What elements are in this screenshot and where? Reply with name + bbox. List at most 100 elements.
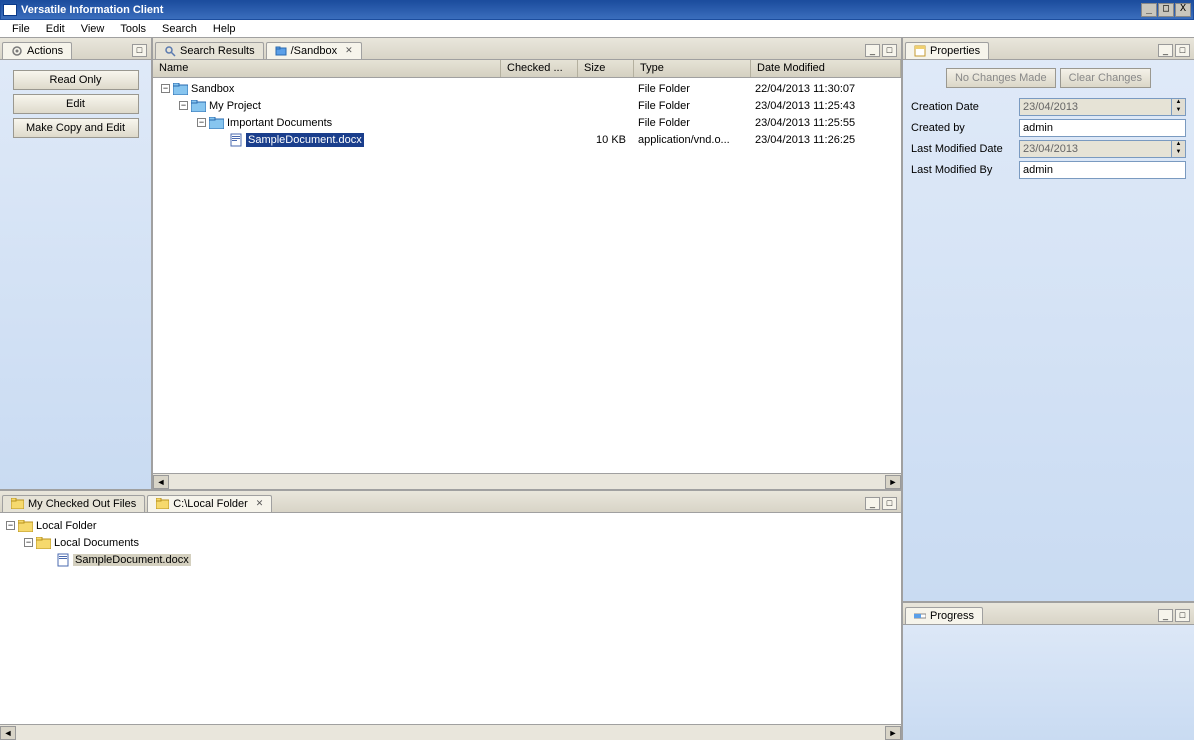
close-tab-icon[interactable]: ✕ — [345, 45, 353, 56]
menu-search[interactable]: Search — [154, 21, 205, 37]
last-modified-by-field[interactable] — [1019, 161, 1186, 179]
menu-help[interactable]: Help — [205, 21, 244, 37]
minimize-button[interactable]: _ — [1141, 3, 1157, 17]
tab-local-folder[interactable]: C:\Local Folder ✕ — [147, 495, 272, 512]
creation-date-field[interactable] — [1019, 98, 1172, 116]
last-modified-date-field[interactable] — [1019, 140, 1172, 158]
tab-search-results[interactable]: Search Results — [155, 42, 264, 59]
col-type[interactable]: Type — [634, 60, 751, 77]
progress-tabstrip: Progress _ □ — [903, 603, 1194, 625]
menubar: File Edit View Tools Search Help — [0, 20, 1194, 38]
tab-properties[interactable]: Properties — [905, 42, 989, 59]
local-label: Local Documents — [54, 537, 139, 549]
cell-size: 10 KB — [578, 134, 634, 146]
menu-view[interactable]: View — [73, 21, 113, 37]
tab-progress[interactable]: Progress — [905, 607, 983, 624]
col-name[interactable]: Name — [153, 60, 501, 77]
folder-icon — [209, 117, 224, 129]
file-tree: −Sandbox File Folder 22/04/2013 11:30:07… — [153, 78, 901, 473]
folder-yellow-icon — [11, 498, 24, 509]
sandbox-tab-label: /Sandbox — [291, 45, 337, 57]
actions-tab-label: Actions — [27, 45, 63, 57]
tree-row-myproject[interactable]: −My Project File Folder 23/04/2013 11:25… — [153, 97, 901, 114]
date-spinner-icon[interactable]: ▲▼ — [1172, 98, 1186, 116]
local-row-root[interactable]: − Local Folder — [4, 517, 897, 534]
col-date-modified[interactable]: Date Modified — [751, 60, 901, 77]
tree-label: My Project — [209, 100, 261, 112]
edit-button[interactable]: Edit — [13, 94, 139, 114]
local-tree: − Local Folder − Local Documents SampleD… — [0, 513, 901, 724]
panel-maximize-button[interactable]: □ — [1175, 44, 1190, 57]
menu-file[interactable]: File — [4, 21, 38, 37]
date-spinner-icon[interactable]: ▲▼ — [1172, 140, 1186, 158]
app-icon — [3, 4, 17, 16]
make-copy-edit-button[interactable]: Make Copy and Edit — [13, 118, 139, 138]
folder-yellow-icon — [36, 537, 51, 549]
progress-tab-label: Progress — [930, 610, 974, 622]
col-checked-out[interactable]: Checked ... — [501, 60, 578, 77]
bottom-tabstrip: My Checked Out Files C:\Local Folder ✕ _… — [0, 491, 901, 513]
window-title: Versatile Information Client — [21, 4, 1141, 16]
no-changes-button[interactable]: No Changes Made — [946, 68, 1056, 88]
local-label: SampleDocument.docx — [73, 554, 191, 566]
scroll-right-icon[interactable]: ► — [885, 726, 901, 740]
document-icon — [56, 553, 70, 567]
col-size[interactable]: Size — [578, 60, 634, 77]
tab-sandbox[interactable]: /Sandbox ✕ — [266, 42, 362, 59]
menu-tools[interactable]: Tools — [112, 21, 154, 37]
local-row-docs[interactable]: − Local Documents — [4, 534, 897, 551]
cell-type: File Folder — [634, 117, 751, 129]
panel-minimize-button[interactable]: _ — [1158, 609, 1173, 622]
close-tab-icon[interactable]: ✕ — [256, 498, 264, 509]
scroll-left-icon[interactable]: ◄ — [153, 475, 169, 489]
folder-icon — [275, 45, 287, 57]
tab-checked-out-files[interactable]: My Checked Out Files — [2, 495, 145, 512]
document-icon — [229, 133, 243, 147]
tab-actions[interactable]: Actions — [2, 42, 72, 59]
tree-row-sandbox[interactable]: −Sandbox File Folder 22/04/2013 11:30:07 — [153, 80, 901, 97]
magnifier-icon — [164, 45, 176, 57]
expander-icon[interactable]: − — [179, 101, 188, 110]
created-by-label: Created by — [911, 122, 1019, 134]
grid-header: Name Checked ... Size Type Date Modified — [153, 60, 901, 78]
scrollbar-horizontal[interactable]: ◄ ► — [0, 724, 901, 740]
creation-date-label: Creation Date — [911, 101, 1019, 113]
cell-type: application/vnd.o... — [634, 134, 751, 146]
tree-row-sampledoc[interactable]: SampleDocument.docx 10 KB application/vn… — [153, 131, 901, 148]
progress-panel: Progress _ □ — [903, 603, 1194, 740]
maximize-button[interactable]: □ — [1158, 3, 1174, 17]
panel-minimize-button[interactable]: _ — [865, 497, 880, 510]
scroll-right-icon[interactable]: ► — [885, 475, 901, 489]
close-button[interactable]: X — [1175, 3, 1191, 17]
tree-row-important[interactable]: −Important Documents File Folder 23/04/2… — [153, 114, 901, 131]
expander-icon[interactable]: − — [24, 538, 33, 547]
folder-yellow-icon — [18, 520, 33, 532]
progress-icon — [914, 611, 926, 621]
scroll-left-icon[interactable]: ◄ — [0, 726, 16, 740]
panel-maximize-button[interactable]: □ — [132, 44, 147, 57]
panel-maximize-button[interactable]: □ — [1175, 609, 1190, 622]
actions-tabstrip: Actions □ — [0, 38, 151, 60]
panel-minimize-button[interactable]: _ — [1158, 44, 1173, 57]
expander-icon[interactable]: − — [197, 118, 206, 127]
local-folder-tab-label: C:\Local Folder — [173, 498, 248, 510]
read-only-button[interactable]: Read Only — [13, 70, 139, 90]
clear-changes-button[interactable]: Clear Changes — [1060, 68, 1151, 88]
last-modified-by-label: Last Modified By — [911, 164, 1019, 176]
properties-tab-label: Properties — [930, 45, 980, 57]
menu-edit[interactable]: Edit — [38, 21, 73, 37]
expander-icon[interactable]: − — [6, 521, 15, 530]
cell-type: File Folder — [634, 83, 751, 95]
main-panel: Search Results /Sandbox ✕ _ □ Name Check… — [153, 38, 901, 489]
expander-icon[interactable]: − — [161, 84, 170, 93]
scrollbar-horizontal[interactable]: ◄ ► — [153, 473, 901, 489]
cell-type: File Folder — [634, 100, 751, 112]
local-row-file[interactable]: SampleDocument.docx — [4, 551, 897, 568]
folder-icon — [173, 83, 188, 95]
tree-label: SampleDocument.docx — [246, 133, 364, 147]
main-tabstrip: Search Results /Sandbox ✕ _ □ — [153, 38, 901, 60]
panel-maximize-button[interactable]: □ — [882, 497, 897, 510]
panel-minimize-button[interactable]: _ — [865, 44, 880, 57]
created-by-field[interactable] — [1019, 119, 1186, 137]
panel-maximize-button[interactable]: □ — [882, 44, 897, 57]
